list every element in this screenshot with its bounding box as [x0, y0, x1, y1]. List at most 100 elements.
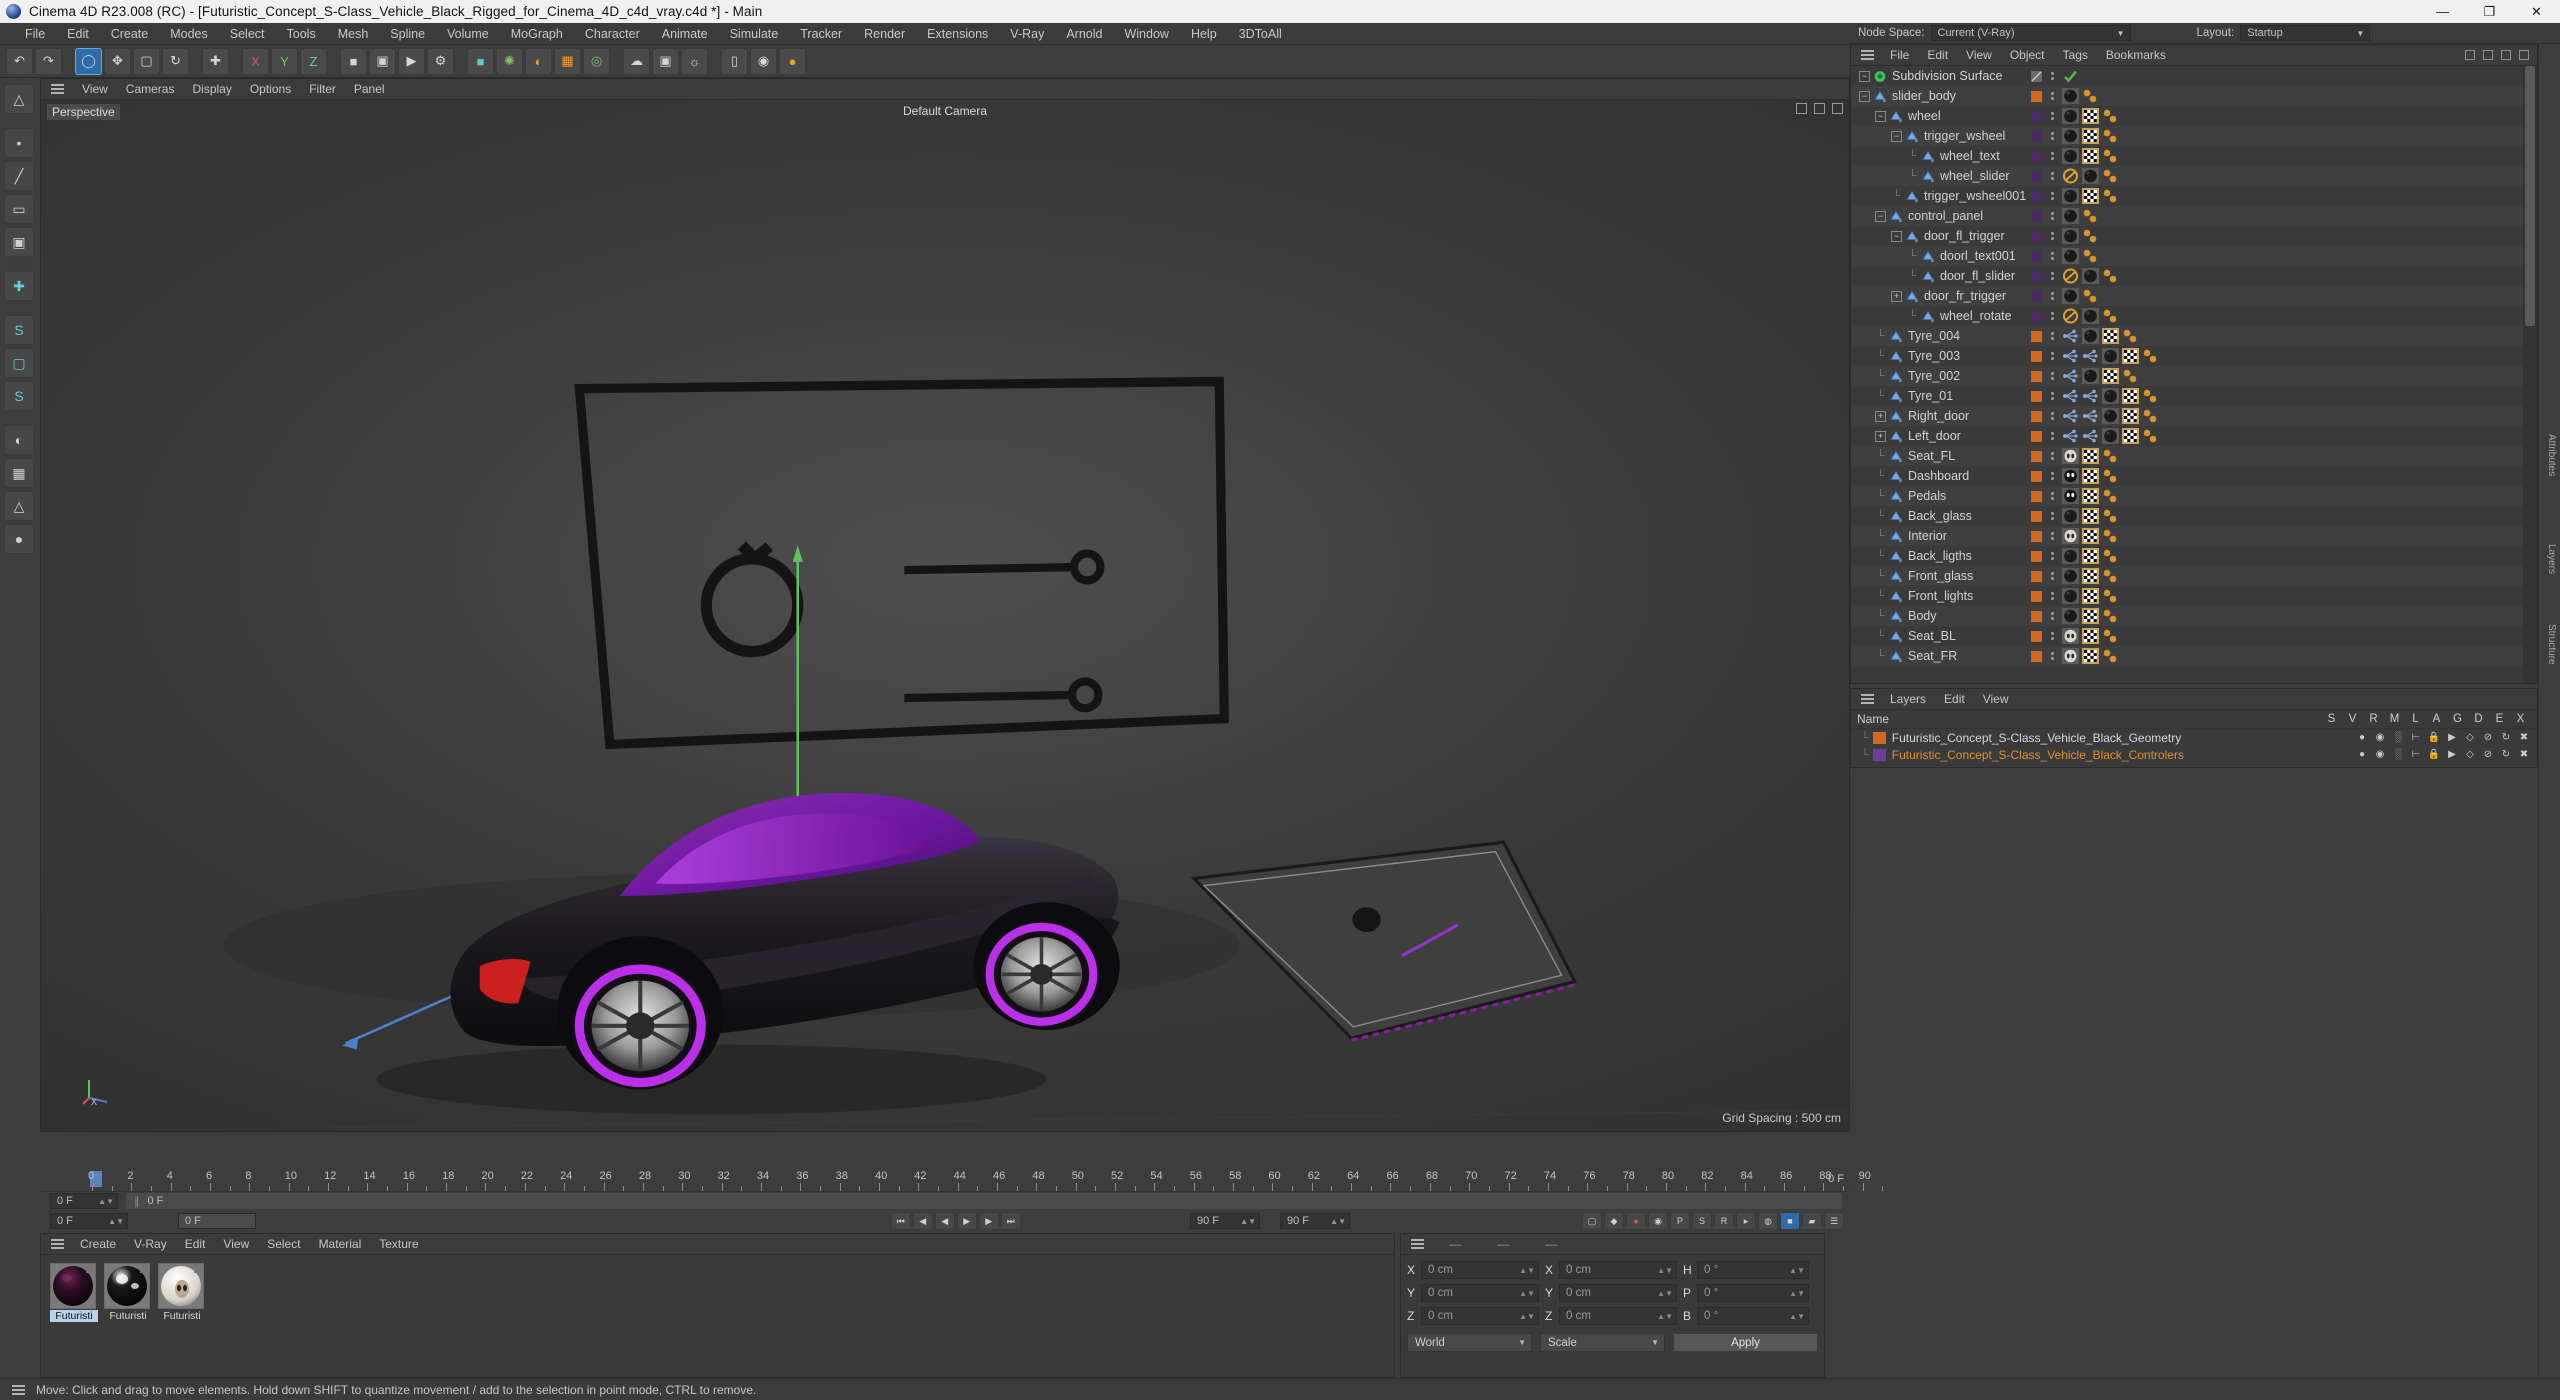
scrollbar-thumb[interactable]	[2525, 66, 2535, 326]
layer-generator-icon[interactable]: ◇	[2463, 749, 2477, 760]
tag-checker-icon[interactable]	[2082, 588, 2099, 604]
visibility-dots-icon[interactable]	[2049, 632, 2055, 640]
keyframe-mode-button[interactable]: ■	[1780, 1212, 1800, 1230]
layer-color-swatch[interactable]	[2031, 570, 2042, 582]
rotate-tool[interactable]: ↻	[162, 47, 189, 75]
tag-checker-icon[interactable]	[2122, 348, 2139, 364]
visibility-dots-icon[interactable]	[2049, 592, 2055, 600]
object-row[interactable]: └ Interior	[1851, 526, 2523, 546]
visibility-dots-icon[interactable]	[2049, 252, 2055, 260]
layer-toggle-icons[interactable]: ● ◉ ░ ⊢ 🔒 ▶ ◇ ⊘ ↻ ✖	[2355, 732, 2531, 743]
workplane-icon[interactable]: ▢	[4, 348, 34, 378]
model-mode-icon[interactable]: ▣	[4, 227, 34, 257]
close-button[interactable]: ✕	[2513, 0, 2560, 23]
collapse-icon[interactable]: −	[1891, 130, 1902, 142]
rotation-h-stepper[interactable]: ▲▼	[1789, 1266, 1805, 1275]
viewport-menu-display[interactable]: Display	[183, 79, 240, 100]
tag-dot2-icon[interactable]	[2122, 368, 2139, 384]
coordinate-system-select[interactable]: World ▼	[1407, 1333, 1532, 1352]
menu-item-arnold[interactable]: Arnold	[1055, 23, 1113, 45]
object-manager-filter-icons[interactable]	[2465, 50, 2537, 60]
tag-xpres-icon[interactable]	[2062, 388, 2079, 404]
dock-tab-structure[interactable]: Structure	[2546, 624, 2557, 665]
viewport-menu-cameras[interactable]: Cameras	[117, 79, 184, 100]
tag-dot2-icon[interactable]	[2102, 588, 2119, 604]
object-row[interactable]: └ Tyre_01	[1851, 386, 2523, 406]
layer-row[interactable]: └ Futuristic_Concept_S-Class_Vehicle_Blac…	[1851, 746, 2537, 763]
object-row[interactable]: + door_fr_trigger	[1851, 286, 2523, 306]
material-menu-select[interactable]: Select	[258, 1234, 309, 1255]
material-cell[interactable]: Futuristi	[158, 1263, 206, 1322]
tag-xpres-icon[interactable]	[2082, 408, 2099, 424]
material-preview-swatch[interactable]	[50, 1263, 96, 1309]
tag-dot2-icon[interactable]	[2102, 648, 2119, 664]
snap-settings-icon[interactable]: S	[4, 315, 34, 345]
object-row[interactable]: └ Dashboard	[1851, 466, 2523, 486]
object-row[interactable]: └ Back_glass	[1851, 506, 2523, 526]
material-menu-edit[interactable]: Edit	[176, 1234, 215, 1255]
menu-item-extensions[interactable]: Extensions	[916, 23, 999, 45]
tag-sphere-icon[interactable]	[2062, 208, 2079, 224]
tag-face2-icon[interactable]	[2062, 468, 2079, 484]
options-icon[interactable]	[2519, 50, 2529, 60]
tag-xpres-icon[interactable]	[2062, 368, 2079, 384]
object-row[interactable]: − control_panel	[1851, 206, 2523, 226]
rotation-b-input[interactable]: 0 ° ▲▼	[1697, 1307, 1809, 1325]
menu-item-tools[interactable]: Tools	[276, 23, 327, 45]
object-row[interactable]: − door_fl_trigger	[1851, 226, 2523, 246]
layer-visible-icon[interactable]: ◉	[2373, 732, 2387, 743]
object-menu-object[interactable]: Object	[2001, 45, 2054, 66]
layer-color-swatch[interactable]	[1872, 748, 1886, 761]
layer-xref-icon[interactable]: ✖	[2517, 732, 2531, 743]
tag-sphere-icon[interactable]	[2062, 288, 2079, 304]
tag-dot2-icon[interactable]	[2102, 528, 2119, 544]
menu-item-create[interactable]: Create	[100, 23, 160, 45]
collapse-icon[interactable]: −	[1875, 210, 1886, 222]
menu-item-v-ray[interactable]: V-Ray	[999, 23, 1055, 45]
playback-controls[interactable]: ⏮ ◀ ◀ ▶ ▶ ⏭	[890, 1212, 1021, 1230]
menu-item-3dtoall[interactable]: 3DToAll	[1228, 23, 1293, 45]
step-back-button[interactable]: ◀	[912, 1212, 933, 1230]
position-z-input[interactable]: 0 cm ▲▼	[1421, 1307, 1539, 1325]
selection-mode-icon[interactable]: △	[4, 84, 34, 114]
tag-sphere-icon[interactable]	[2062, 588, 2079, 604]
layer-color-swatch[interactable]	[2031, 590, 2042, 602]
menu-item-animate[interactable]: Animate	[651, 23, 719, 45]
menu-item-character[interactable]: Character	[574, 23, 651, 45]
menu-item-edit[interactable]: Edit	[56, 23, 100, 45]
object-row[interactable]: └ Body	[1851, 606, 2523, 626]
tag-checker-icon[interactable]	[2082, 568, 2099, 584]
material-preview-swatch[interactable]	[104, 1263, 150, 1309]
menu-item-window[interactable]: Window	[1113, 23, 1179, 45]
layers-menu-view[interactable]: View	[1974, 689, 2018, 710]
live-selection-tool[interactable]: ◯	[75, 47, 102, 75]
visibility-dots-icon[interactable]	[2049, 472, 2055, 480]
object-row[interactable]: └ wheel_rotate	[1851, 306, 2523, 326]
tag-xpres-icon[interactable]	[2062, 348, 2079, 364]
tag-checker-icon[interactable]	[2102, 328, 2119, 344]
layer-color-swatch[interactable]	[2031, 270, 2042, 282]
object-row[interactable]: └ Pedals	[1851, 486, 2523, 506]
tag-sphere-icon[interactable]	[2062, 108, 2079, 124]
animation-options-button[interactable]: ☰	[1824, 1212, 1844, 1230]
visibility-dots-icon[interactable]	[2049, 292, 2055, 300]
layer-solo-icon[interactable]: ●	[2355, 732, 2369, 743]
collapse-icon[interactable]: −	[1859, 70, 1870, 82]
layer-color-swatch[interactable]	[2031, 610, 2042, 622]
object-menu-edit[interactable]: Edit	[1918, 45, 1957, 66]
add-camera-button[interactable]: ▣	[652, 47, 679, 75]
tag-checker-icon[interactable]	[2082, 608, 2099, 624]
tag-sphere-icon[interactable]	[2062, 188, 2079, 204]
layer-color-swatch[interactable]	[2031, 410, 2042, 422]
object-row[interactable]: └ Back_ligths	[1851, 546, 2523, 566]
visibility-dots-icon[interactable]	[2049, 552, 2055, 560]
tag-dot2-icon[interactable]	[2102, 268, 2119, 284]
quantize-icon[interactable]: S	[4, 381, 34, 411]
tag-dot2-icon[interactable]	[2102, 508, 2119, 524]
object-row[interactable]: └ Seat_FL	[1851, 446, 2523, 466]
tag-checker-icon[interactable]	[2082, 188, 2099, 204]
material-menu-view[interactable]: View	[214, 1234, 258, 1255]
tag-checker-icon[interactable]	[2082, 548, 2099, 564]
menu-item-modes[interactable]: Modes	[159, 23, 219, 45]
layer-xref-icon[interactable]: ✖	[2517, 749, 2531, 760]
